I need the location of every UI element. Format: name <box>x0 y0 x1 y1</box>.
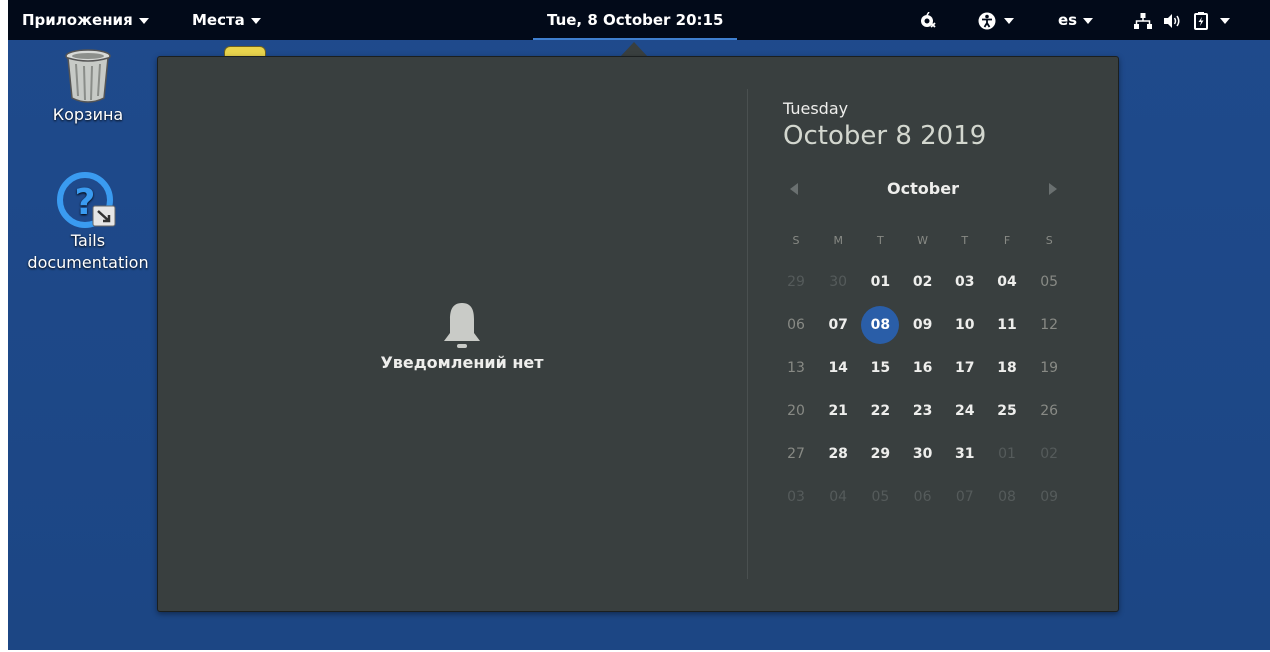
chevron-down-icon <box>1083 17 1094 24</box>
weekday-header: W <box>917 234 929 247</box>
calendar-day[interactable]: 29 <box>776 262 816 302</box>
weekday-header: T <box>961 234 969 247</box>
calendar-day[interactable]: 01 <box>860 262 900 302</box>
calendar-day[interactable]: 02 <box>903 262 943 302</box>
calendar: Tuesday October 8 2019 October S M T W T F S 29… <box>758 57 1118 611</box>
chevron-down-icon <box>250 17 261 24</box>
top-bar: Приложения Места Tue, 8 October 20:15 es <box>8 0 1270 40</box>
calendar-day[interactable]: 07 <box>945 477 985 517</box>
popup-divider <box>747 89 748 579</box>
calendar-day[interactable]: 04 <box>818 477 858 517</box>
notification-list: Уведомлений нет <box>158 57 748 611</box>
system-status-menu[interactable] <box>1134 0 1231 40</box>
calendar-day[interactable]: 18 <box>987 348 1027 388</box>
weekday-header: T <box>877 234 884 247</box>
accessibility-menu[interactable] <box>978 0 1014 40</box>
docs-label-line1: Tails <box>70 231 106 250</box>
calendar-day[interactable]: 31 <box>945 434 985 474</box>
calendar-day[interactable]: 13 <box>776 348 816 388</box>
places-label: Места <box>192 11 245 29</box>
help-icon: ? <box>57 172 116 228</box>
calendar-day[interactable]: 06 <box>776 305 816 345</box>
calendar-day[interactable]: 14 <box>818 348 858 388</box>
calendar-weekday[interactable]: Tuesday <box>783 99 848 118</box>
trash-label: Корзина <box>52 105 124 124</box>
calendar-day[interactable]: 30 <box>903 434 943 474</box>
accessibility-icon <box>978 12 996 29</box>
keyboard-layout-label: es <box>1058 11 1078 29</box>
weekday-header: M <box>833 234 843 247</box>
calendar-month-label: October <box>887 179 959 198</box>
calendar-day[interactable]: 23 <box>903 391 943 431</box>
weekday-header: S <box>792 234 800 247</box>
calendar-day[interactable]: 08 <box>987 477 1027 517</box>
bell-icon <box>444 303 480 348</box>
calendar-day[interactable]: 12 <box>1029 305 1069 345</box>
no-notifications-text: Уведомлений нет <box>380 353 544 372</box>
network-icon <box>1134 12 1152 29</box>
calendar-day[interactable]: 04 <box>987 262 1027 302</box>
calendar-day[interactable]: 01 <box>987 434 1027 474</box>
weekday-header: S <box>1045 234 1053 247</box>
clock-button[interactable]: Tue, 8 October 20:15 <box>533 0 738 40</box>
weekday-header: F <box>1003 234 1011 247</box>
calendar-day[interactable]: 28 <box>818 434 858 474</box>
battery-icon <box>1194 11 1209 30</box>
svg-text:?: ? <box>75 182 96 223</box>
calendar-day[interactable]: 29 <box>860 434 900 474</box>
chevron-down-icon <box>138 17 149 24</box>
docs-label-line2: documentation <box>27 253 149 272</box>
popup-arrow <box>620 42 648 57</box>
calendar-day[interactable]: 09 <box>903 305 943 345</box>
calendar-day[interactable]: 30 <box>818 262 858 302</box>
calendar-day[interactable]: 27 <box>776 434 816 474</box>
calendar-day[interactable]: 03 <box>945 262 985 302</box>
calendar-day[interactable]: 06 <box>903 477 943 517</box>
chevron-down-icon <box>1004 17 1014 24</box>
calendar-day[interactable]: 26 <box>1029 391 1069 431</box>
calendar-day[interactable]: 03 <box>776 477 816 517</box>
calendar-day[interactable]: 24 <box>945 391 985 431</box>
calendar-day[interactable]: 25 <box>987 391 1027 431</box>
calendar-day[interactable]: 09 <box>1029 477 1069 517</box>
calendar-day[interactable]: 20 <box>776 391 816 431</box>
chevron-down-icon <box>1220 17 1231 24</box>
calendar-day[interactable]: 05 <box>1029 262 1069 302</box>
calendar-day[interactable]: 22 <box>860 391 900 431</box>
trash-desktop-icon[interactable]: Корзина <box>38 48 138 126</box>
clock-text: Tue, 8 October 20:15 <box>547 11 724 29</box>
calendar-day[interactable]: 16 <box>903 348 943 388</box>
places-menu[interactable]: Места <box>192 0 261 40</box>
next-month-icon[interactable] <box>1049 183 1057 195</box>
calendar-day[interactable]: 21 <box>818 391 858 431</box>
calendar-day[interactable]: 19 <box>1029 348 1069 388</box>
calendar-day[interactable]: 07 <box>818 305 858 345</box>
calendar-full-date[interactable]: October 8 2019 <box>783 121 986 151</box>
calendar-day[interactable]: 05 <box>860 477 900 517</box>
trash-icon <box>65 49 111 103</box>
tails-documentation-desktop-icon[interactable]: ? Tails documentation <box>18 170 158 274</box>
applications-menu[interactable]: Приложения <box>22 0 149 40</box>
tor-onion-icon[interactable] <box>920 12 936 28</box>
calendar-day[interactable]: 10 <box>945 305 985 345</box>
volume-icon <box>1164 13 1180 28</box>
applications-label: Приложения <box>22 11 133 29</box>
date-notification-popup: Уведомлений нет Tuesday October 8 2019 O… <box>157 56 1119 612</box>
keyboard-layout-menu[interactable]: es <box>1058 0 1094 40</box>
calendar-day[interactable]: 02 <box>1029 434 1069 474</box>
calendar-day[interactable]: 17 <box>945 348 985 388</box>
calendar-day[interactable]: 15 <box>860 348 900 388</box>
calendar-day[interactable]: 11 <box>987 305 1027 345</box>
calendar-day-today[interactable]: 08 <box>861 306 900 344</box>
